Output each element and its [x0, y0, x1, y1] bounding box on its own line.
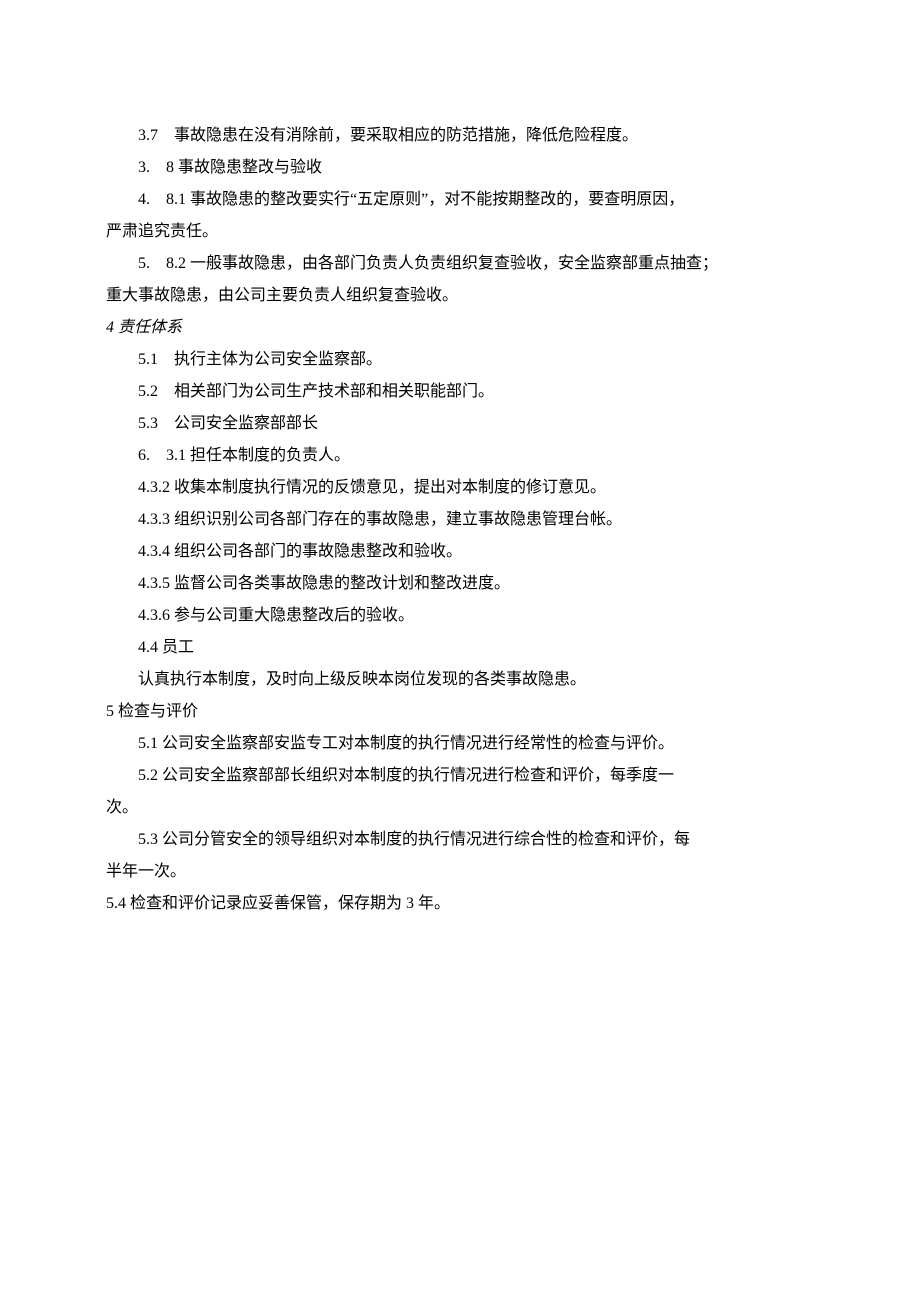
- paragraph-line: 3. 8 事故隐患整改与验收: [106, 152, 814, 184]
- paragraph-line: 5.2 公司安全监察部部长组织对本制度的执行情况进行检查和评价，每季度一: [106, 760, 814, 792]
- paragraph-line: 4.3.6 参与公司重大隐患整改后的验收。: [106, 600, 814, 632]
- paragraph-line: 3.7 事故隐患在没有消除前，要采取相应的防范措施，降低危险程度。: [106, 120, 814, 152]
- paragraph-line: 次。: [106, 792, 814, 824]
- paragraph-line: 严肃追究责任。: [106, 216, 814, 248]
- paragraph-line: 4.3.2 收集本制度执行情况的反馈意见，提出对本制度的修订意见。: [106, 472, 814, 504]
- paragraph-line: 4.3.3 组织识别公司各部门存在的事故隐患，建立事故隐患管理台帐。: [106, 504, 814, 536]
- paragraph-line: 5.3 公司分管安全的领导组织对本制度的执行情况进行综合性的检查和评价，每: [106, 824, 814, 856]
- paragraph-line: 半年一次。: [106, 856, 814, 888]
- paragraph-line: 4. 8.1 事故隐患的整改要实行“五定原则”，对不能按期整改的，要查明原因，: [106, 184, 814, 216]
- paragraph-line: 4 责任体系: [106, 312, 814, 344]
- paragraph-line: 5.4 检查和评价记录应妥善保管，保存期为 3 年。: [106, 888, 814, 920]
- paragraph-line: 认真执行本制度，及时向上级反映本岗位发现的各类事故隐患。: [106, 664, 814, 696]
- paragraph-line: 4.4 员工: [106, 632, 814, 664]
- paragraph-line: 5.3 公司安全监察部部长: [106, 408, 814, 440]
- paragraph-line: 6. 3.1 担任本制度的负责人。: [106, 440, 814, 472]
- paragraph-line: 4.3.5 监督公司各类事故隐患的整改计划和整改进度。: [106, 568, 814, 600]
- paragraph-line: 5.1 执行主体为公司安全监察部。: [106, 344, 814, 376]
- paragraph-line: 重大事故隐患，由公司主要负责人组织复查验收。: [106, 280, 814, 312]
- paragraph-line: 5. 8.2 一般事故隐患，由各部门负责人负责组织复查验收，安全监察部重点抽查；: [106, 248, 814, 280]
- paragraph-line: 5.1 公司安全监察部安监专工对本制度的执行情况进行经常性的检查与评价。: [106, 728, 814, 760]
- paragraph-line: 5 检查与评价: [106, 696, 814, 728]
- paragraph-line: 4.3.4 组织公司各部门的事故隐患整改和验收。: [106, 536, 814, 568]
- paragraph-line: 5.2 相关部门为公司生产技术部和相关职能部门。: [106, 376, 814, 408]
- document-body: 3.7 事故隐患在没有消除前，要采取相应的防范措施，降低危险程度。3. 8 事故…: [106, 120, 814, 920]
